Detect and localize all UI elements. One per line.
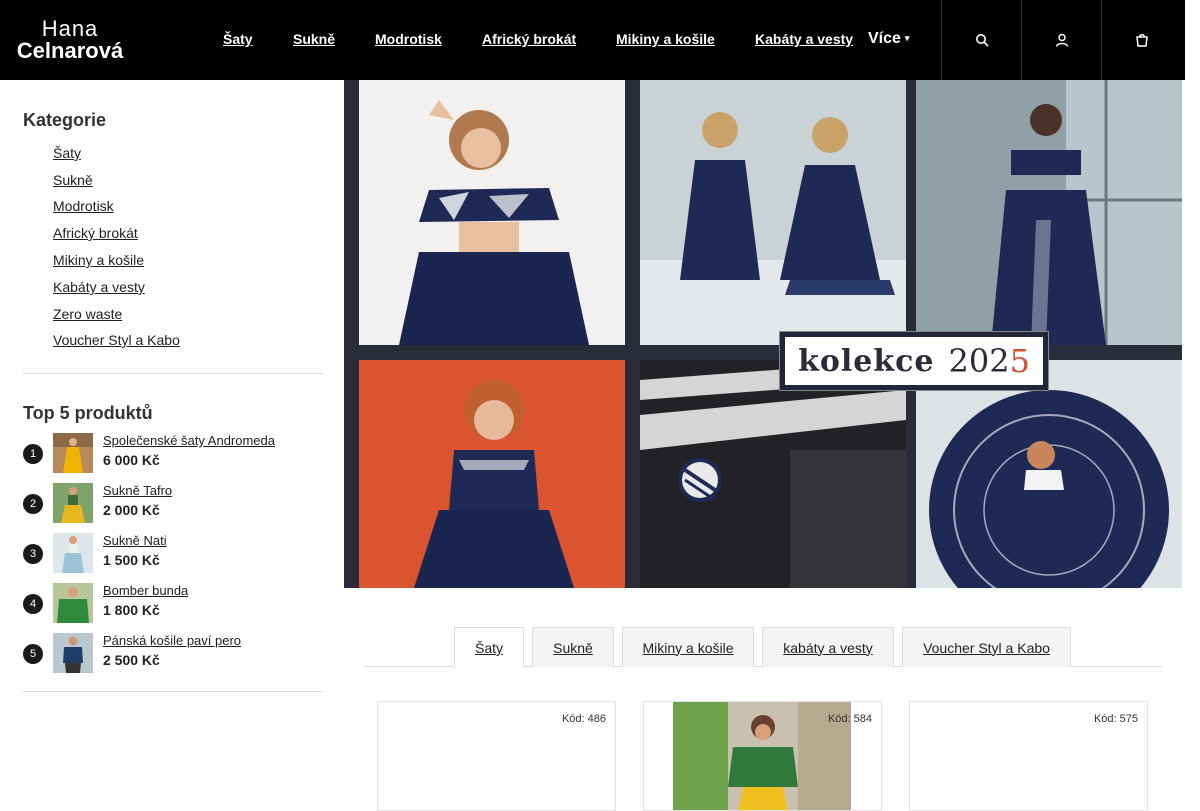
banner-photo	[640, 360, 906, 588]
banner-photo	[359, 80, 625, 345]
collection-year: 2025	[948, 342, 1029, 380]
user-icon	[1055, 33, 1068, 47]
site-header: Hana Celnarová Šaty Sukně Modrotisk Afri…	[0, 0, 1185, 80]
tab-sukne[interactable]: Sukně	[532, 627, 614, 667]
product-card[interactable]: Kód: 575	[909, 701, 1148, 811]
top-product-item[interactable]: 4 Bomber bunda 1 800 Kč	[23, 583, 323, 627]
nav-more-dropdown[interactable]: Více ▾	[868, 30, 909, 48]
category-item-sukne[interactable]: Sukně	[53, 172, 93, 188]
rank-badge: 5	[23, 644, 43, 664]
product-thumbnail[interactable]	[53, 483, 93, 523]
product-price: 1 500 Kč	[103, 552, 160, 568]
site-logo[interactable]: Hana Celnarová	[8, 18, 132, 62]
tab-mikiny-a-kosile[interactable]: Mikiny a košile	[622, 627, 754, 667]
banner-photo	[916, 360, 1182, 588]
nav-item-sukne[interactable]: Sukně	[293, 31, 335, 47]
cart-icon	[1135, 34, 1148, 47]
product-price: 6 000 Kč	[103, 452, 160, 468]
cart-button[interactable]	[1101, 0, 1181, 80]
search-icon	[975, 34, 989, 47]
tab-voucher[interactable]: Voucher Styl a Kabo	[902, 627, 1071, 667]
nav-item-africky-brokat[interactable]: Africký brokát	[482, 31, 576, 47]
collection-word: kolekce	[798, 343, 935, 379]
product-card[interactable]: Kód: 486	[377, 701, 616, 811]
category-item-voucher[interactable]: Voucher Styl a Kabo	[53, 332, 180, 348]
search-button[interactable]	[941, 0, 1021, 80]
top-products-title: Top 5 produktů	[23, 403, 153, 423]
nav-item-mikiny-a-kosile[interactable]: Mikiny a košile	[616, 31, 715, 47]
sidebar-divider	[23, 691, 323, 692]
nav-more-label: Více	[868, 30, 901, 47]
product-image[interactable]	[673, 702, 851, 811]
collection-year-prefix: 202	[948, 342, 1010, 380]
category-item-saty[interactable]: Šaty	[53, 145, 81, 161]
category-item-zero-waste[interactable]: Zero waste	[53, 306, 122, 322]
product-name-link[interactable]: Pánská košile paví pero	[103, 633, 241, 648]
logo-line-2: Celnarová	[16, 38, 124, 63]
category-item-mikiny-a-kosile[interactable]: Mikiny a košile	[53, 252, 144, 268]
sidebar-divider	[23, 373, 323, 374]
product-card[interactable]: Kód: 584	[643, 701, 882, 811]
collection-year-last-digit: 5	[1009, 342, 1030, 380]
rank-badge: 1	[23, 444, 43, 464]
product-thumbnail[interactable]	[53, 633, 93, 673]
tab-kabaty-a-vesty[interactable]: kabáty a vesty	[762, 627, 894, 667]
banner-photo	[640, 80, 906, 345]
category-item-kabaty-a-vesty[interactable]: Kabáty a vesty	[53, 279, 145, 295]
banner-photo	[916, 80, 1182, 345]
categories-title: Kategorie	[23, 110, 107, 130]
product-code: Kód: 584	[827, 713, 872, 725]
product-thumbnail[interactable]	[53, 433, 93, 473]
top-product-item[interactable]: 1 Společenské šaty Andromeda 6 000 Kč	[23, 433, 323, 477]
top-product-item[interactable]: 2 Sukně Tafro 2 000 Kč	[23, 483, 323, 527]
top-product-item[interactable]: 3 Sukně Nati 1 500 Kč	[23, 533, 323, 577]
chevron-down-icon: ▾	[904, 33, 910, 44]
product-name-link[interactable]: Společenské šaty Andromeda	[103, 433, 275, 448]
nav-item-saty[interactable]: Šaty	[223, 31, 253, 47]
collection-badge: kolekce 2025	[779, 331, 1049, 391]
product-name-link[interactable]: Sukně Nati	[103, 533, 167, 548]
product-code: Kód: 575	[1093, 713, 1138, 725]
nav-item-kabaty-a-vesty[interactable]: Kabáty a vesty	[755, 31, 853, 47]
collection-label: kolekce 2025	[785, 337, 1043, 385]
user-account-button[interactable]	[1021, 0, 1101, 80]
banner-photo	[359, 360, 625, 588]
rank-badge: 3	[23, 544, 43, 564]
product-code: Kód: 486	[561, 713, 606, 725]
hero-banner[interactable]: kolekce 2025	[344, 80, 1182, 588]
nav-item-modrotisk[interactable]: Modrotisk	[375, 31, 442, 47]
product-price: 2 500 Kč	[103, 652, 160, 668]
rank-badge: 4	[23, 594, 43, 614]
product-thumbnail[interactable]	[53, 533, 93, 573]
top-product-item[interactable]: 5 Pánská košile paví pero 2 500 Kč	[23, 633, 323, 677]
product-name-link[interactable]: Sukně Tafro	[103, 483, 172, 498]
product-name-link[interactable]: Bomber bunda	[103, 583, 188, 598]
category-item-modrotisk[interactable]: Modrotisk	[53, 198, 114, 214]
tab-saty[interactable]: Šaty	[454, 627, 524, 668]
product-price: 2 000 Kč	[103, 502, 160, 518]
product-thumbnail[interactable]	[53, 583, 93, 623]
rank-badge: 2	[23, 494, 43, 514]
logo-line-1: Hana	[41, 16, 99, 41]
category-item-africky-brokat[interactable]: Africký brokát	[53, 225, 138, 241]
product-price: 1 800 Kč	[103, 602, 160, 618]
